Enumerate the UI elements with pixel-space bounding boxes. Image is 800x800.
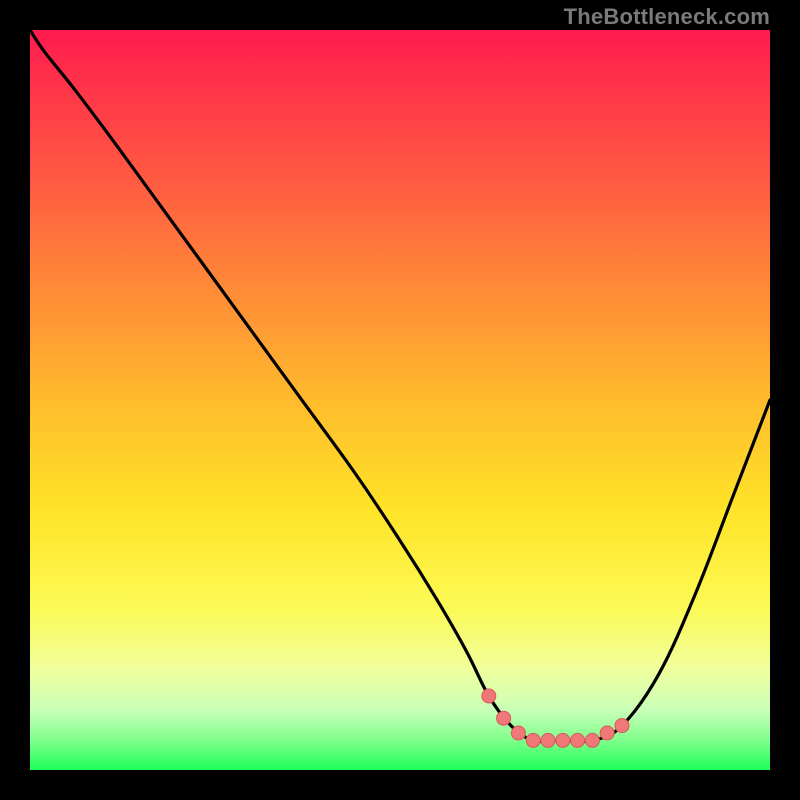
plot-area [30,30,770,770]
highlight-markers [482,689,629,747]
highlight-dot [556,733,570,747]
plot-svg [30,30,770,770]
chart-stage: TheBottleneck.com [0,0,800,800]
highlight-dot [526,733,540,747]
watermark-text: TheBottleneck.com [564,4,770,30]
highlight-dot [600,726,614,740]
highlight-dot [571,733,585,747]
highlight-dot [511,726,525,740]
highlight-dot [482,689,496,703]
bottleneck-curve [30,30,770,742]
highlight-dot [497,711,511,725]
highlight-dot [585,733,599,747]
highlight-dot [615,719,629,733]
highlight-dot [541,733,555,747]
